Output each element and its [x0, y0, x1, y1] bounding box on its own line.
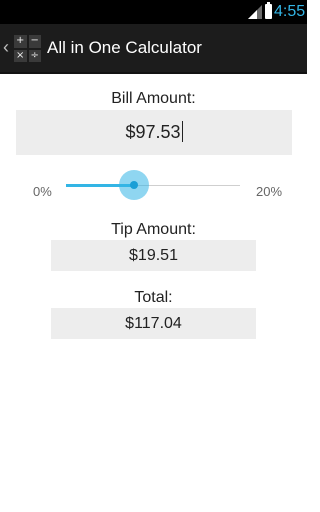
bill-amount-input[interactable]: $97.53	[16, 110, 292, 155]
bill-amount-label: Bill Amount:	[111, 90, 196, 107]
tip-percent-slider[interactable]	[66, 170, 240, 200]
text-cursor	[181, 121, 183, 143]
calculator-icon: + − × ÷	[14, 35, 41, 62]
status-bar: 4:55	[0, 0, 307, 24]
chevron-left-icon: ‹	[3, 37, 9, 57]
divide-symbol: ÷	[28, 49, 41, 62]
tip-amount-label: Tip Amount:	[111, 221, 196, 238]
action-bar: ‹ + − × ÷ All in One Calculator	[0, 24, 307, 74]
status-time: 4:55	[274, 3, 306, 20]
slider-max-label: 20%	[256, 184, 283, 199]
tip-amount-value: $19.51	[51, 240, 256, 271]
app-title: All in One Calculator	[47, 38, 202, 57]
slider-thumb[interactable]	[130, 181, 138, 189]
total-value: $117.04	[51, 308, 256, 339]
total-label: Total:	[134, 289, 173, 306]
minus-symbol: −	[28, 35, 41, 48]
plus-symbol: +	[14, 35, 27, 48]
battery-icon	[265, 2, 272, 19]
multiply-symbol: ×	[14, 49, 27, 62]
bill-amount-value: $97.53	[125, 122, 181, 142]
slider-min-label: 0%	[33, 184, 52, 199]
home-up-button[interactable]: ‹ + − × ÷	[0, 24, 42, 72]
signal-icon	[248, 5, 262, 19]
